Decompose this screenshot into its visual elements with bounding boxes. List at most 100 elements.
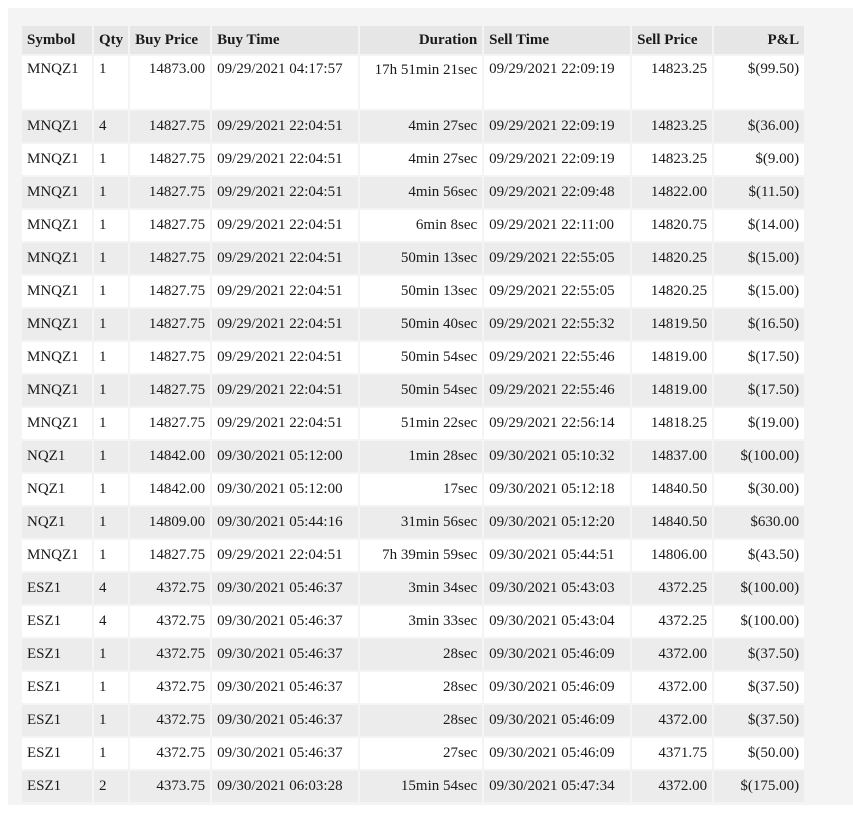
cell-sell-price: 14840.50 <box>632 507 713 538</box>
table-body: MNQZ1 1 14873.00 09/29/2021 04:17:57 17h 51m… <box>22 56 805 802</box>
cell-buy-price: 4373.75 <box>130 771 211 802</box>
cell-qty: 1 <box>94 408 129 439</box>
cell-symbol: ESZ1 <box>22 606 92 637</box>
cell-symbol: MNQZ1 <box>22 56 92 109</box>
table-row: MNQZ1 1 14873.00 09/29/2021 04:17:57 17h 51m… <box>22 56 805 109</box>
cell-buy-time: 09/30/2021 05:46:37 <box>212 573 359 604</box>
cell-duration: 50min 13sec <box>360 276 483 307</box>
cell-sell-time: 09/29/2021 22:11:00 <box>484 210 631 241</box>
table-row: ESZ1 1 4372.75 09/30/2021 05:46:37 28sec 09/3… <box>22 672 805 703</box>
cell-qty: 2 <box>94 771 129 802</box>
cell-symbol: MNQZ1 <box>22 111 92 142</box>
cell-duration: 50min 13sec <box>360 243 483 274</box>
cell-pnl: $(175.00) <box>714 771 805 802</box>
table-row: MNQZ1 1 14827.75 09/29/2021 22:04:51 51min 2… <box>22 408 805 439</box>
cell-qty: 1 <box>94 56 129 109</box>
cell-sell-price: 4372.25 <box>632 573 713 604</box>
cell-buy-price: 14827.75 <box>130 144 211 175</box>
cell-sell-time: 09/30/2021 05:47:34 <box>484 771 631 802</box>
cell-sell-time: 09/30/2021 05:46:09 <box>484 672 631 703</box>
cell-qty: 1 <box>94 639 129 670</box>
cell-sell-time: 09/30/2021 05:10:32 <box>484 441 631 472</box>
cell-sell-price: 14820.25 <box>632 276 713 307</box>
cell-qty: 1 <box>94 177 129 208</box>
cell-buy-time: 09/30/2021 06:03:28 <box>212 771 359 802</box>
cell-symbol: ESZ1 <box>22 738 92 769</box>
cell-pnl: $(37.50) <box>714 639 805 670</box>
cell-sell-price: 14840.50 <box>632 474 713 505</box>
cell-buy-price: 4372.75 <box>130 738 211 769</box>
cell-sell-price: 14819.50 <box>632 309 713 340</box>
table-row: ESZ1 2 4373.75 09/30/2021 06:03:28 15min 54s… <box>22 771 805 802</box>
cell-duration: 4min 27sec <box>360 111 483 142</box>
cell-sell-time: 09/29/2021 22:09:19 <box>484 56 631 109</box>
table-row: MNQZ1 1 14827.75 09/29/2021 22:04:51 50min 1… <box>22 243 805 274</box>
cell-buy-price: 14827.75 <box>130 111 211 142</box>
cell-sell-time: 09/30/2021 05:43:04 <box>484 606 631 637</box>
cell-duration: 4min 56sec <box>360 177 483 208</box>
cell-qty: 1 <box>94 144 129 175</box>
cell-symbol: MNQZ1 <box>22 276 92 307</box>
header-sell-price: Sell Price <box>632 26 713 54</box>
cell-duration: 50min 40sec <box>360 309 483 340</box>
cell-symbol: ESZ1 <box>22 771 92 802</box>
cell-sell-time: 09/30/2021 05:12:20 <box>484 507 631 538</box>
cell-buy-time: 09/30/2021 05:44:16 <box>212 507 359 538</box>
cell-sell-price: 14806.00 <box>632 540 713 571</box>
cell-buy-price: 14827.75 <box>130 540 211 571</box>
cell-duration: 28sec <box>360 639 483 670</box>
cell-duration: 7h 39min 59sec <box>360 540 483 571</box>
cell-qty: 1 <box>94 672 129 703</box>
cell-buy-price: 4372.75 <box>130 639 211 670</box>
cell-pnl: $(15.00) <box>714 276 805 307</box>
cell-sell-price: 4372.00 <box>632 639 713 670</box>
cell-qty: 1 <box>94 705 129 736</box>
cell-pnl: $(37.50) <box>714 672 805 703</box>
cell-duration: 1min 28sec <box>360 441 483 472</box>
cell-sell-time: 09/30/2021 05:46:09 <box>484 639 631 670</box>
table-row: MNQZ1 4 14827.75 09/29/2021 22:04:51 4min 27… <box>22 111 805 142</box>
cell-sell-time: 09/30/2021 05:12:18 <box>484 474 631 505</box>
cell-buy-time: 09/29/2021 22:04:51 <box>212 540 359 571</box>
cell-symbol: ESZ1 <box>22 639 92 670</box>
cell-duration: 50min 54sec <box>360 342 483 373</box>
cell-symbol: MNQZ1 <box>22 243 92 274</box>
cell-sell-price: 14820.25 <box>632 243 713 274</box>
table-row: MNQZ1 1 14827.75 09/29/2021 22:04:51 50min 4… <box>22 309 805 340</box>
cell-buy-price: 14827.75 <box>130 408 211 439</box>
table-row: NQZ1 1 14809.00 09/30/2021 05:44:16 31min 56… <box>22 507 805 538</box>
header-pnl: P&L <box>714 26 805 54</box>
cell-qty: 1 <box>94 540 129 571</box>
table-row: MNQZ1 1 14827.75 09/29/2021 22:04:51 50min 5… <box>22 342 805 373</box>
cell-duration: 50min 54sec <box>360 375 483 406</box>
cell-sell-price: 14818.25 <box>632 408 713 439</box>
table-row: NQZ1 1 14842.00 09/30/2021 05:12:00 17sec 09/… <box>22 474 805 505</box>
cell-sell-time: 09/30/2021 05:44:51 <box>484 540 631 571</box>
cell-sell-time: 09/29/2021 22:09:19 <box>484 111 631 142</box>
cell-buy-price: 14827.75 <box>130 276 211 307</box>
table-row: ESZ1 4 4372.75 09/30/2021 05:46:37 3min 33se… <box>22 606 805 637</box>
cell-buy-price: 14842.00 <box>130 474 211 505</box>
cell-qty: 4 <box>94 573 129 604</box>
cell-qty: 1 <box>94 441 129 472</box>
cell-pnl: $(100.00) <box>714 606 805 637</box>
trades-panel: Symbol Qty Buy Price Buy Time Duration S… <box>8 8 853 805</box>
cell-sell-time: 09/29/2021 22:09:19 <box>484 144 631 175</box>
table-row: ESZ1 4 4372.75 09/30/2021 05:46:37 3min 34se… <box>22 573 805 604</box>
cell-sell-price: 14823.25 <box>632 144 713 175</box>
cell-pnl: $(17.50) <box>714 375 805 406</box>
cell-qty: 4 <box>94 606 129 637</box>
cell-symbol: MNQZ1 <box>22 210 92 241</box>
cell-sell-time: 09/29/2021 22:55:46 <box>484 342 631 373</box>
cell-buy-time: 09/30/2021 05:12:00 <box>212 441 359 472</box>
cell-qty: 1 <box>94 375 129 406</box>
cell-qty: 1 <box>94 342 129 373</box>
cell-buy-price: 4372.75 <box>130 606 211 637</box>
table-row: MNQZ1 1 14827.75 09/29/2021 22:04:51 6min 8s… <box>22 210 805 241</box>
cell-symbol: ESZ1 <box>22 672 92 703</box>
cell-symbol: ESZ1 <box>22 573 92 604</box>
header-sell-time: Sell Time <box>484 26 631 54</box>
cell-sell-time: 09/29/2021 22:55:46 <box>484 375 631 406</box>
table-row: ESZ1 1 4372.75 09/30/2021 05:46:37 28sec 09/3… <box>22 639 805 670</box>
header-row: Symbol Qty Buy Price Buy Time Duration S… <box>22 26 805 54</box>
